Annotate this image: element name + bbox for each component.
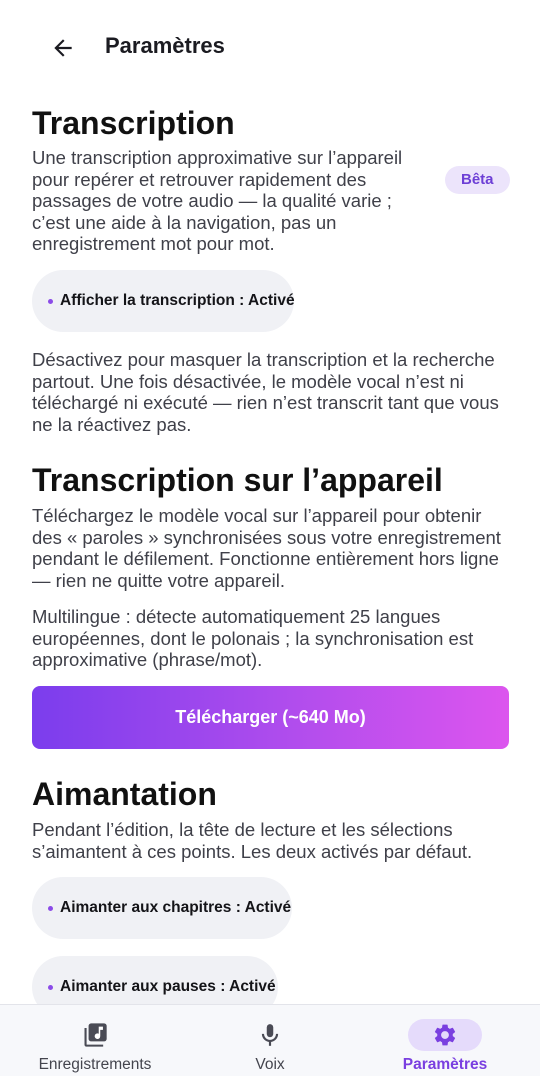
gear-icon (434, 1024, 456, 1046)
nav-label-voice: Voix (255, 1056, 285, 1073)
on-device-description: Téléchargez le modèle vocal sur l’appare… (32, 505, 501, 591)
bottom-navigation: Enregistrements Voix Paramètres (0, 1004, 540, 1076)
snap-chapters-label: Aimanter aux chapitres : Activé (60, 899, 292, 916)
on-device-languages: Multilingue : détecte automatiquement 25… (32, 606, 474, 670)
page-title: Paramètres (105, 33, 225, 58)
chip-dot (48, 905, 53, 911)
beta-badge: Bêta (445, 166, 510, 194)
nav-item-voice[interactable]: Voix (180, 1005, 360, 1076)
recordings-icon (84, 1023, 107, 1047)
snap-pauses-label: Aimanter aux pauses : Activé (60, 978, 276, 995)
chip-dot (48, 984, 53, 990)
transcription-description: Une transcription approximative sur l’ap… (32, 147, 403, 254)
nav-item-recordings[interactable]: Enregistrements (5, 1005, 185, 1076)
transcription-note: Désactivez pour masquer la transcription… (32, 349, 499, 435)
nav-indicator-active (408, 1019, 482, 1051)
nav-label-settings: Paramètres (402, 1056, 488, 1073)
show-transcription-label: Afficher la transcription : Activé (60, 292, 295, 309)
microphone-icon (261, 1024, 279, 1046)
snapping-description: Pendant l’édition, la tête de lecture et… (32, 819, 473, 862)
nav-label-recordings: Enregistrements (38, 1056, 152, 1073)
back-button[interactable] (40, 25, 86, 71)
section-title-transcription: Transcription (32, 105, 235, 141)
nav-indicator (233, 1019, 307, 1051)
snap-chapters-toggle[interactable]: Aimanter aux chapitres : Activé (32, 877, 292, 939)
section-title-on-device: Transcription sur l’appareil (32, 462, 443, 498)
nav-item-settings[interactable]: Paramètres (355, 1005, 535, 1076)
top-app-bar: Paramètres (0, 0, 540, 94)
section-title-snapping: Aimantation (32, 776, 217, 812)
show-transcription-toggle[interactable]: Afficher la transcription : Activé (32, 270, 295, 332)
arrow-back-icon (54, 39, 72, 57)
download-model-button[interactable]: Télécharger (~640 Mo) (32, 686, 509, 749)
nav-indicator (58, 1019, 132, 1051)
chip-dot (48, 298, 53, 304)
